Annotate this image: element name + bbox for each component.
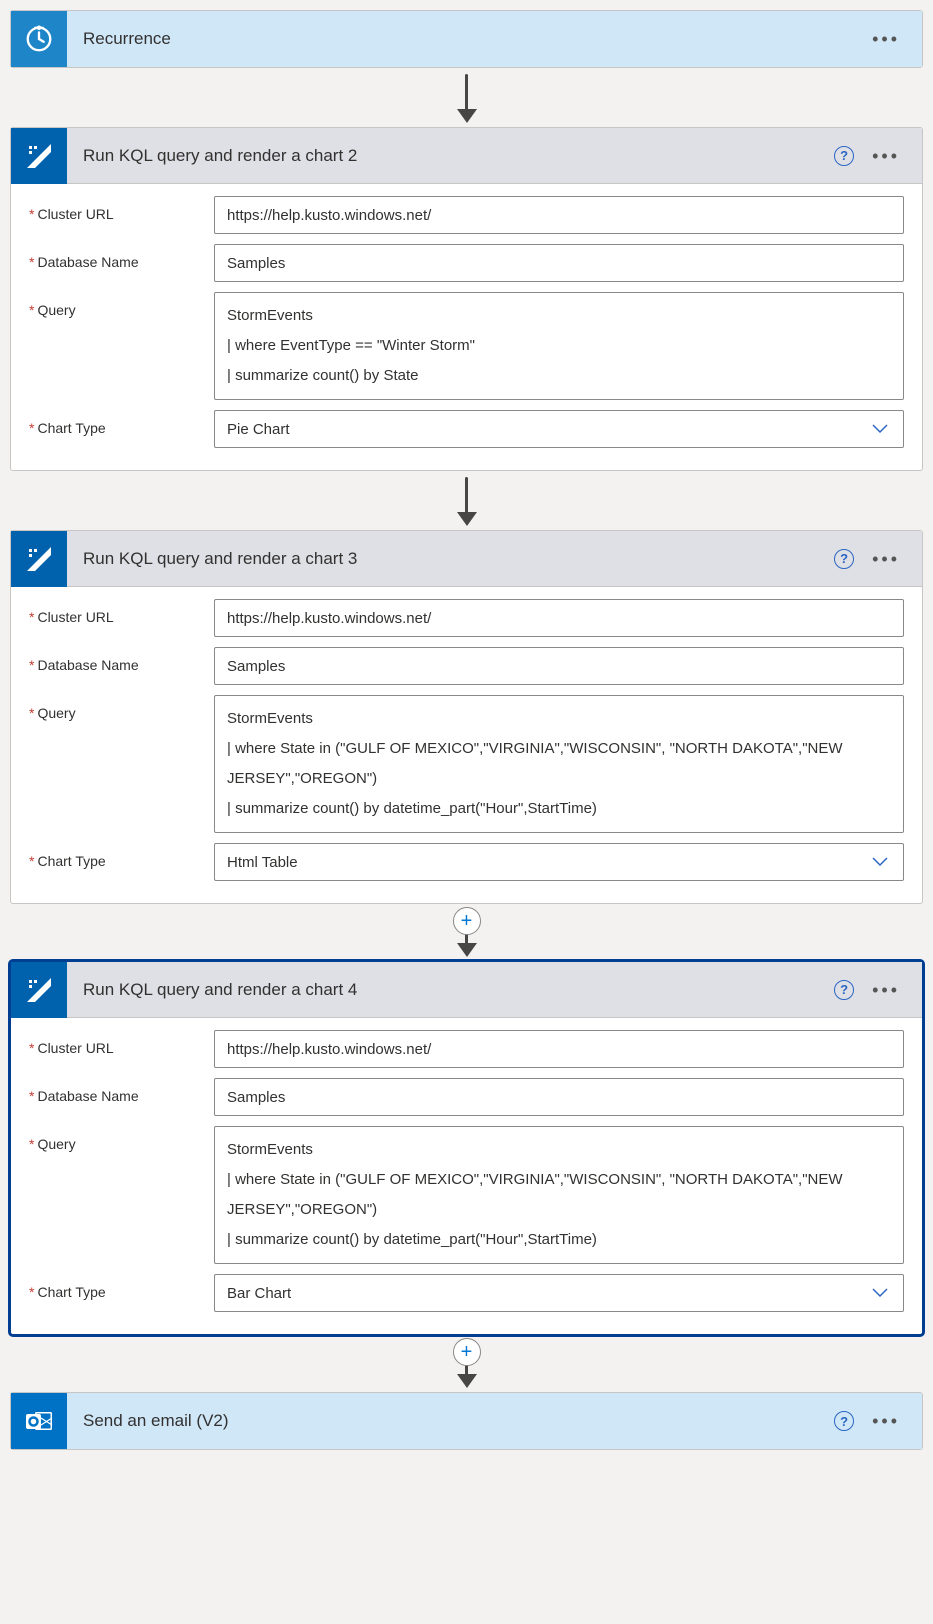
kql-body-2: Cluster URL https://help.kusto.windows.n… — [11, 184, 922, 470]
database-name-input[interactable]: Samples — [214, 647, 904, 685]
recurrence-title: Recurrence — [67, 29, 872, 49]
chart-type-select[interactable]: Pie Chart — [214, 410, 904, 448]
outlook-icon — [11, 1393, 67, 1449]
help-icon[interactable]: ? — [834, 980, 854, 1000]
azure-data-explorer-icon — [11, 128, 67, 184]
send-email-header[interactable]: Send an email (V2) ? ••• — [11, 1393, 922, 1449]
connector-arrow — [10, 471, 923, 530]
chevron-down-icon — [871, 423, 889, 435]
label-cluster-url: Cluster URL — [29, 1030, 214, 1056]
more-icon[interactable]: ••• — [872, 147, 900, 165]
kql-title-3: Run KQL query and render a chart 3 — [67, 549, 834, 569]
query-input[interactable]: StormEvents | where EventType == "Winter… — [214, 292, 904, 400]
label-query: Query — [29, 292, 214, 318]
add-step-button[interactable]: + — [453, 907, 481, 935]
kql-card-3: Run KQL query and render a chart 3 ? •••… — [10, 530, 923, 904]
chart-type-value: Pie Chart — [227, 421, 290, 438]
label-database-name: Database Name — [29, 647, 214, 673]
label-cluster-url: Cluster URL — [29, 599, 214, 625]
chart-type-value: Bar Chart — [227, 1285, 291, 1302]
label-database-name: Database Name — [29, 1078, 214, 1104]
send-email-title: Send an email (V2) — [67, 1411, 834, 1431]
help-icon[interactable]: ? — [834, 1411, 854, 1431]
label-chart-type: Chart Type — [29, 410, 214, 436]
kql-header-3[interactable]: Run KQL query and render a chart 3 ? ••• — [11, 531, 922, 587]
kql-header-2[interactable]: Run KQL query and render a chart 2 ? ••• — [11, 128, 922, 184]
recurrence-card[interactable]: Recurrence ••• — [10, 10, 923, 68]
chart-type-select[interactable]: Html Table — [214, 843, 904, 881]
kql-body-4: Cluster URL https://help.kusto.windows.n… — [11, 1018, 922, 1334]
kql-title-4: Run KQL query and render a chart 4 — [67, 980, 834, 1000]
kql-header-4[interactable]: Run KQL query and render a chart 4 ? ••• — [11, 962, 922, 1018]
label-chart-type: Chart Type — [29, 1274, 214, 1300]
label-chart-type: Chart Type — [29, 843, 214, 869]
cluster-url-input[interactable]: https://help.kusto.windows.net/ — [214, 599, 904, 637]
label-query: Query — [29, 1126, 214, 1152]
help-icon[interactable]: ? — [834, 549, 854, 569]
database-name-input[interactable]: Samples — [214, 244, 904, 282]
chevron-down-icon — [871, 1287, 889, 1299]
label-query: Query — [29, 695, 214, 721]
kql-body-3: Cluster URL https://help.kusto.windows.n… — [11, 587, 922, 903]
database-name-input[interactable]: Samples — [214, 1078, 904, 1116]
cluster-url-input[interactable]: https://help.kusto.windows.net/ — [214, 196, 904, 234]
send-email-card[interactable]: Send an email (V2) ? ••• — [10, 1392, 923, 1450]
add-step-button[interactable]: + — [453, 1338, 481, 1366]
more-icon[interactable]: ••• — [872, 1412, 900, 1430]
more-icon[interactable]: ••• — [872, 550, 900, 568]
help-icon[interactable]: ? — [834, 146, 854, 166]
chevron-down-icon — [871, 856, 889, 868]
azure-data-explorer-icon — [11, 962, 67, 1018]
kql-card-2: Run KQL query and render a chart 2 ? •••… — [10, 127, 923, 471]
recurrence-icon — [11, 11, 67, 67]
recurrence-header[interactable]: Recurrence ••• — [11, 11, 922, 67]
connector-with-add: + — [10, 904, 923, 961]
query-input[interactable]: StormEvents | where State in ("GULF OF M… — [214, 1126, 904, 1264]
kql-card-4: Run KQL query and render a chart 4 ? •••… — [10, 961, 923, 1335]
more-icon[interactable]: ••• — [872, 981, 900, 999]
more-icon[interactable]: ••• — [872, 30, 900, 48]
kql-title-2: Run KQL query and render a chart 2 — [67, 146, 834, 166]
azure-data-explorer-icon — [11, 531, 67, 587]
chart-type-select[interactable]: Bar Chart — [214, 1274, 904, 1312]
connector-with-add: + — [10, 1335, 923, 1392]
label-database-name: Database Name — [29, 244, 214, 270]
connector-arrow — [10, 68, 923, 127]
cluster-url-input[interactable]: https://help.kusto.windows.net/ — [214, 1030, 904, 1068]
query-input[interactable]: StormEvents | where State in ("GULF OF M… — [214, 695, 904, 833]
label-cluster-url: Cluster URL — [29, 196, 214, 222]
chart-type-value: Html Table — [227, 854, 298, 871]
